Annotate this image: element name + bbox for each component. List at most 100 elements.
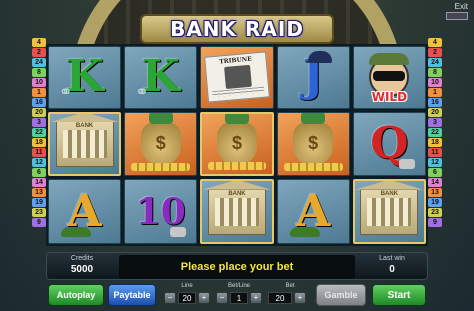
- shovel-icon: [170, 227, 187, 237]
- bank-sign: BANK: [228, 190, 246, 197]
- payline-left-2: 2: [32, 48, 46, 57]
- credits-display: Credits 5000: [51, 255, 113, 279]
- money-bag-icon: $: [216, 113, 257, 166]
- payline-left-4: 4: [32, 38, 46, 47]
- bank-pillars: [62, 129, 107, 158]
- control-panel: Autoplay Paytable Line − 20 + Bet/Line −…: [46, 283, 428, 308]
- payline-right-23: 23: [428, 208, 442, 217]
- wild-label: WILD: [371, 89, 408, 104]
- payline-left-18: 18: [32, 138, 46, 147]
- bet-label: Bet: [285, 283, 295, 289]
- gold-coins-icon: [131, 163, 191, 172]
- payline-left-8: 8: [32, 68, 46, 77]
- money-bag-icon: $: [293, 112, 334, 166]
- bank-pillars: [214, 197, 259, 226]
- reel2-row1: K ⚭: [124, 46, 198, 109]
- payline-left-14: 14: [32, 178, 46, 187]
- credits-value: 5000: [70, 264, 94, 275]
- gold-coins-icon: [283, 163, 343, 172]
- reel1-row2: BANK: [48, 111, 122, 177]
- payline-indicators-left: 4 2 24 8 10 1 16 20 3 22 18 11 12 6 14 13 19 23 9: [32, 38, 46, 234]
- reel3-row3: BANK: [200, 179, 274, 244]
- payline-right-13: 13: [428, 188, 442, 197]
- payline-right-9: 9: [428, 218, 442, 227]
- reel4-row2: $: [276, 111, 350, 177]
- payline-left-3: 3: [32, 118, 46, 127]
- reel1-row1: K ⚭: [48, 46, 122, 109]
- green-hat-icon: [61, 227, 91, 237]
- exit-label: Exit: [454, 2, 468, 11]
- line-label: Line: [181, 283, 193, 289]
- exit-button[interactable]: [446, 12, 468, 20]
- money-bag-icon: $: [140, 112, 181, 166]
- autoplay-button[interactable]: Autoplay: [48, 284, 104, 306]
- payline-left-12: 12: [32, 158, 46, 167]
- bank-pillars: [367, 197, 412, 226]
- green-hat-icon: [289, 227, 320, 237]
- newspaper-photo: [224, 65, 252, 90]
- payline-right-11: 11: [428, 148, 442, 157]
- handcuffs-icon: ⚭: [59, 83, 73, 101]
- reel5-row3: BANK: [352, 179, 426, 244]
- gamble-button[interactable]: Gamble: [316, 284, 366, 306]
- reel2-row3: 10: [124, 179, 198, 244]
- payline-right-8: 8: [428, 68, 442, 77]
- bet-per-line-label: Bet/Line: [227, 283, 251, 289]
- payline-indicators-right: 4 2 24 8 10 1 16 20 3 22 18 11 12 6 14 13 19 23 9: [428, 38, 442, 234]
- reel3-row2: $: [200, 111, 274, 177]
- payline-right-6: 6: [428, 168, 442, 177]
- bet-per-line-increase-button[interactable]: +: [250, 292, 262, 304]
- line-value: 20: [178, 292, 196, 304]
- payline-right-12: 12: [428, 158, 442, 167]
- payline-right-20: 20: [428, 108, 442, 117]
- bet-per-line-decrease-button[interactable]: −: [216, 292, 228, 304]
- payline-right-10: 10: [428, 78, 442, 87]
- reel5-row1: WILD: [352, 46, 426, 109]
- reel2-row2: $: [124, 111, 198, 177]
- status-message: Please place your bet: [119, 255, 355, 279]
- reel-grid: K ⚭ K ⚭ TRIBUNE J WILD BANK $ $ $ Q A 10…: [46, 44, 428, 246]
- total-bet-display: Bet 20 +: [268, 283, 312, 306]
- payline-right-4: 4: [428, 38, 442, 47]
- payline-right-3: 3: [428, 118, 442, 127]
- payline-right-22: 22: [428, 128, 442, 137]
- bank-sign: BANK: [380, 190, 399, 197]
- reel4-row3: A: [276, 179, 350, 244]
- newspaper-text-lines: [212, 87, 265, 98]
- payline-left-23: 23: [32, 208, 46, 217]
- payline-left-22: 22: [32, 128, 46, 137]
- reel5-row2: Q: [352, 111, 426, 177]
- payline-right-24: 24: [428, 58, 442, 67]
- reel1-row3: A: [48, 179, 122, 244]
- bet-max-button[interactable]: +: [294, 292, 306, 304]
- payline-left-6: 6: [32, 168, 46, 177]
- police-cap-icon: [307, 51, 332, 63]
- bet-value: 20: [268, 292, 292, 304]
- bet-per-line-stepper: Bet/Line − 1 +: [216, 283, 262, 306]
- robber-mask: [373, 71, 406, 82]
- game-logo: BANK RAID: [140, 14, 334, 44]
- payline-right-14: 14: [428, 178, 442, 187]
- start-button[interactable]: Start: [372, 284, 426, 306]
- reel3-row1: TRIBUNE: [200, 46, 274, 109]
- line-stepper: Line − 20 +: [164, 283, 210, 306]
- newspaper-icon: TRIBUNE: [204, 51, 270, 103]
- credits-label: Credits: [70, 255, 94, 262]
- payline-left-1: 1: [32, 88, 46, 97]
- line-increase-button[interactable]: +: [198, 292, 210, 304]
- payline-left-9: 9: [32, 218, 46, 227]
- bank-building-icon: BANK: [360, 188, 419, 235]
- payline-right-16: 16: [428, 98, 442, 107]
- payline-left-20: 20: [32, 108, 46, 117]
- bet-per-line-value: 1: [230, 292, 248, 304]
- last-win-label: Last win: [379, 255, 405, 262]
- last-win-display: Last win 0: [361, 255, 423, 279]
- paytable-button[interactable]: Paytable: [108, 284, 156, 306]
- line-decrease-button[interactable]: −: [164, 292, 176, 304]
- payline-right-1: 1: [428, 88, 442, 97]
- info-bar: Credits 5000 Please place your bet Last …: [46, 252, 428, 280]
- bank-building-icon: BANK: [55, 120, 114, 167]
- payline-left-13: 13: [32, 188, 46, 197]
- gold-coins-icon: [208, 162, 266, 171]
- robber-hat: [369, 53, 410, 66]
